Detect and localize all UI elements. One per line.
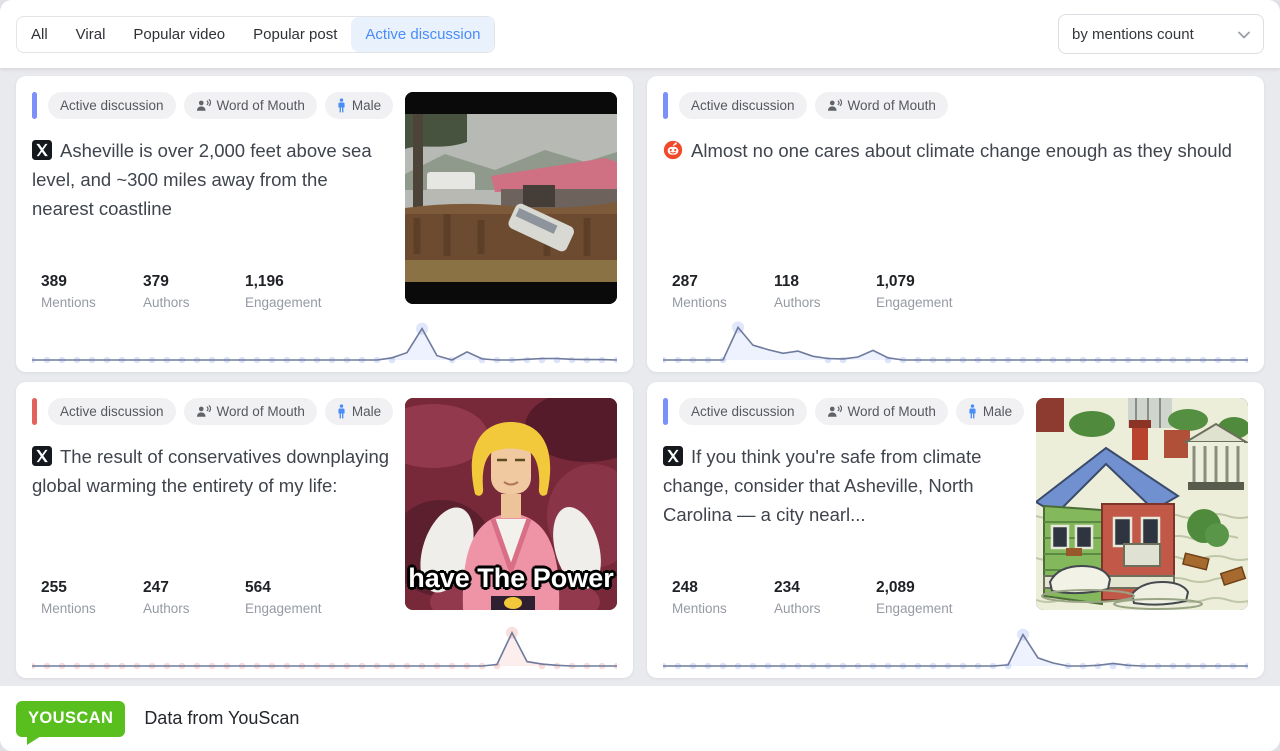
metric-label: Engagement: [876, 295, 978, 310]
flood-damage-photo: [405, 92, 617, 304]
metric-engagement: 1,079 Engagement: [876, 273, 978, 310]
metric-label: Authors: [143, 295, 245, 310]
metric-value: 379: [143, 273, 245, 291]
metric-label: Authors: [143, 601, 245, 616]
word-of-mouth-badge: Word of Mouth: [184, 92, 317, 119]
metric-authors: 118 Authors: [774, 273, 876, 310]
youscan-logo: YOUSCAN: [16, 701, 125, 737]
metric-mentions: 255 Mentions: [41, 579, 143, 616]
metric-engagement: 2,089 Engagement: [876, 579, 978, 616]
x-twitter-icon: [663, 445, 683, 465]
post-thumbnail: have The Power: [405, 398, 617, 610]
metric-authors: 379 Authors: [143, 273, 245, 310]
chevron-down-icon: [1238, 26, 1250, 43]
sort-dropdown[interactable]: by mentions count: [1058, 14, 1264, 54]
status-badge: Active discussion: [48, 398, 176, 425]
accent-bar: [32, 92, 37, 119]
metric-label: Mentions: [672, 601, 774, 616]
metric-value: 255: [41, 579, 143, 597]
metric-value: 1,079: [876, 273, 978, 291]
male-badge: Male: [956, 398, 1024, 425]
x-twitter-icon: [32, 139, 52, 159]
word-of-mouth-badge: Word of Mouth: [815, 92, 948, 119]
meme-caption: have The Power: [405, 563, 617, 594]
metric-label: Authors: [774, 295, 876, 310]
metric-value: 247: [143, 579, 245, 597]
word-of-mouth-badge: Word of Mouth: [815, 398, 948, 425]
word-of-mouth-badge: Word of Mouth: [184, 398, 317, 425]
tab-popular-post[interactable]: Popular post: [239, 17, 351, 52]
card-badges: Active discussion Word of Mouth: [663, 92, 1248, 119]
metric-value: 1,196: [245, 273, 347, 291]
post-card-safe-from-climate-change[interactable]: Active discussion Word of Mouth Male If …: [647, 382, 1264, 678]
mentions-sparkline: [32, 316, 617, 368]
metric-engagement: 564 Engagement: [245, 579, 347, 616]
metric-authors: 234 Authors: [774, 579, 876, 616]
metrics-row: 287 Mentions 118 Authors 1,079 Engagemen…: [663, 273, 1248, 310]
metric-value: 389: [41, 273, 143, 291]
flood-illustration-image: [1036, 398, 1248, 610]
metric-authors: 247 Authors: [143, 579, 245, 616]
post-thumbnail: [1036, 398, 1248, 610]
metric-label: Authors: [774, 601, 876, 616]
accent-bar: [32, 398, 37, 425]
post-text: Almost no one cares about climate change…: [663, 136, 1248, 165]
metric-label: Mentions: [672, 295, 774, 310]
male-icon: [337, 404, 346, 419]
word-of-mouth-icon: [196, 99, 211, 113]
post-text: If you think you're safe from climate ch…: [663, 442, 1021, 529]
filter-bar: All Viral Popular video Popular post Act…: [0, 0, 1280, 68]
status-badge: Active discussion: [48, 92, 176, 119]
tab-viral[interactable]: Viral: [62, 17, 120, 52]
metric-label: Mentions: [41, 295, 143, 310]
status-badge: Active discussion: [679, 92, 807, 119]
mentions-sparkline: [663, 622, 1248, 674]
accent-bar: [663, 398, 668, 425]
male-badge: Male: [325, 92, 393, 119]
tab-active-discussion[interactable]: Active discussion: [351, 17, 494, 52]
tab-all[interactable]: All: [17, 17, 62, 52]
male-badge: Male: [325, 398, 393, 425]
metric-label: Engagement: [876, 601, 978, 616]
metric-mentions: 248 Mentions: [672, 579, 774, 616]
male-icon: [968, 404, 977, 419]
metric-label: Engagement: [245, 601, 347, 616]
status-badge: Active discussion: [679, 398, 807, 425]
mentions-sparkline: [32, 622, 617, 674]
word-of-mouth-icon: [827, 405, 842, 419]
metric-value: 564: [245, 579, 347, 597]
accent-bar: [663, 92, 668, 119]
filter-tabs: All Viral Popular video Popular post Act…: [16, 16, 495, 53]
sort-dropdown-value: by mentions count: [1072, 26, 1194, 43]
mentions-sparkline: [663, 316, 1248, 368]
word-of-mouth-icon: [827, 99, 842, 113]
metric-value: 118: [774, 273, 876, 291]
cards-grid: Active discussion Word of Mouth Male Ash…: [0, 68, 1280, 686]
metric-value: 248: [672, 579, 774, 597]
male-icon: [337, 98, 346, 113]
social-listening-widget: All Viral Popular video Popular post Act…: [0, 0, 1280, 751]
metric-value: 2,089: [876, 579, 978, 597]
x-twitter-icon: [32, 445, 52, 465]
post-text: The result of conservatives downplaying …: [32, 442, 390, 500]
metric-label: Mentions: [41, 601, 143, 616]
metric-mentions: 287 Mentions: [672, 273, 774, 310]
metric-value: 234: [774, 579, 876, 597]
reddit-icon: [663, 139, 683, 159]
attribution-text: Data from YouScan: [144, 708, 299, 729]
post-card-conservatives-downplaying[interactable]: Active discussion Word of Mouth Male The…: [16, 382, 633, 678]
attribution-footer: YOUSCAN Data from YouScan: [0, 686, 1280, 751]
word-of-mouth-icon: [196, 405, 211, 419]
metric-label: Engagement: [245, 295, 347, 310]
post-thumbnail: [405, 92, 617, 304]
tab-popular-video[interactable]: Popular video: [119, 17, 239, 52]
post-card-asheville-elevation[interactable]: Active discussion Word of Mouth Male Ash…: [16, 76, 633, 372]
metric-value: 287: [672, 273, 774, 291]
post-text: Asheville is over 2,000 feet above sea l…: [32, 136, 390, 223]
post-card-no-one-cares[interactable]: Active discussion Word of Mouth Almost n…: [647, 76, 1264, 372]
metric-mentions: 389 Mentions: [41, 273, 143, 310]
metric-engagement: 1,196 Engagement: [245, 273, 347, 310]
